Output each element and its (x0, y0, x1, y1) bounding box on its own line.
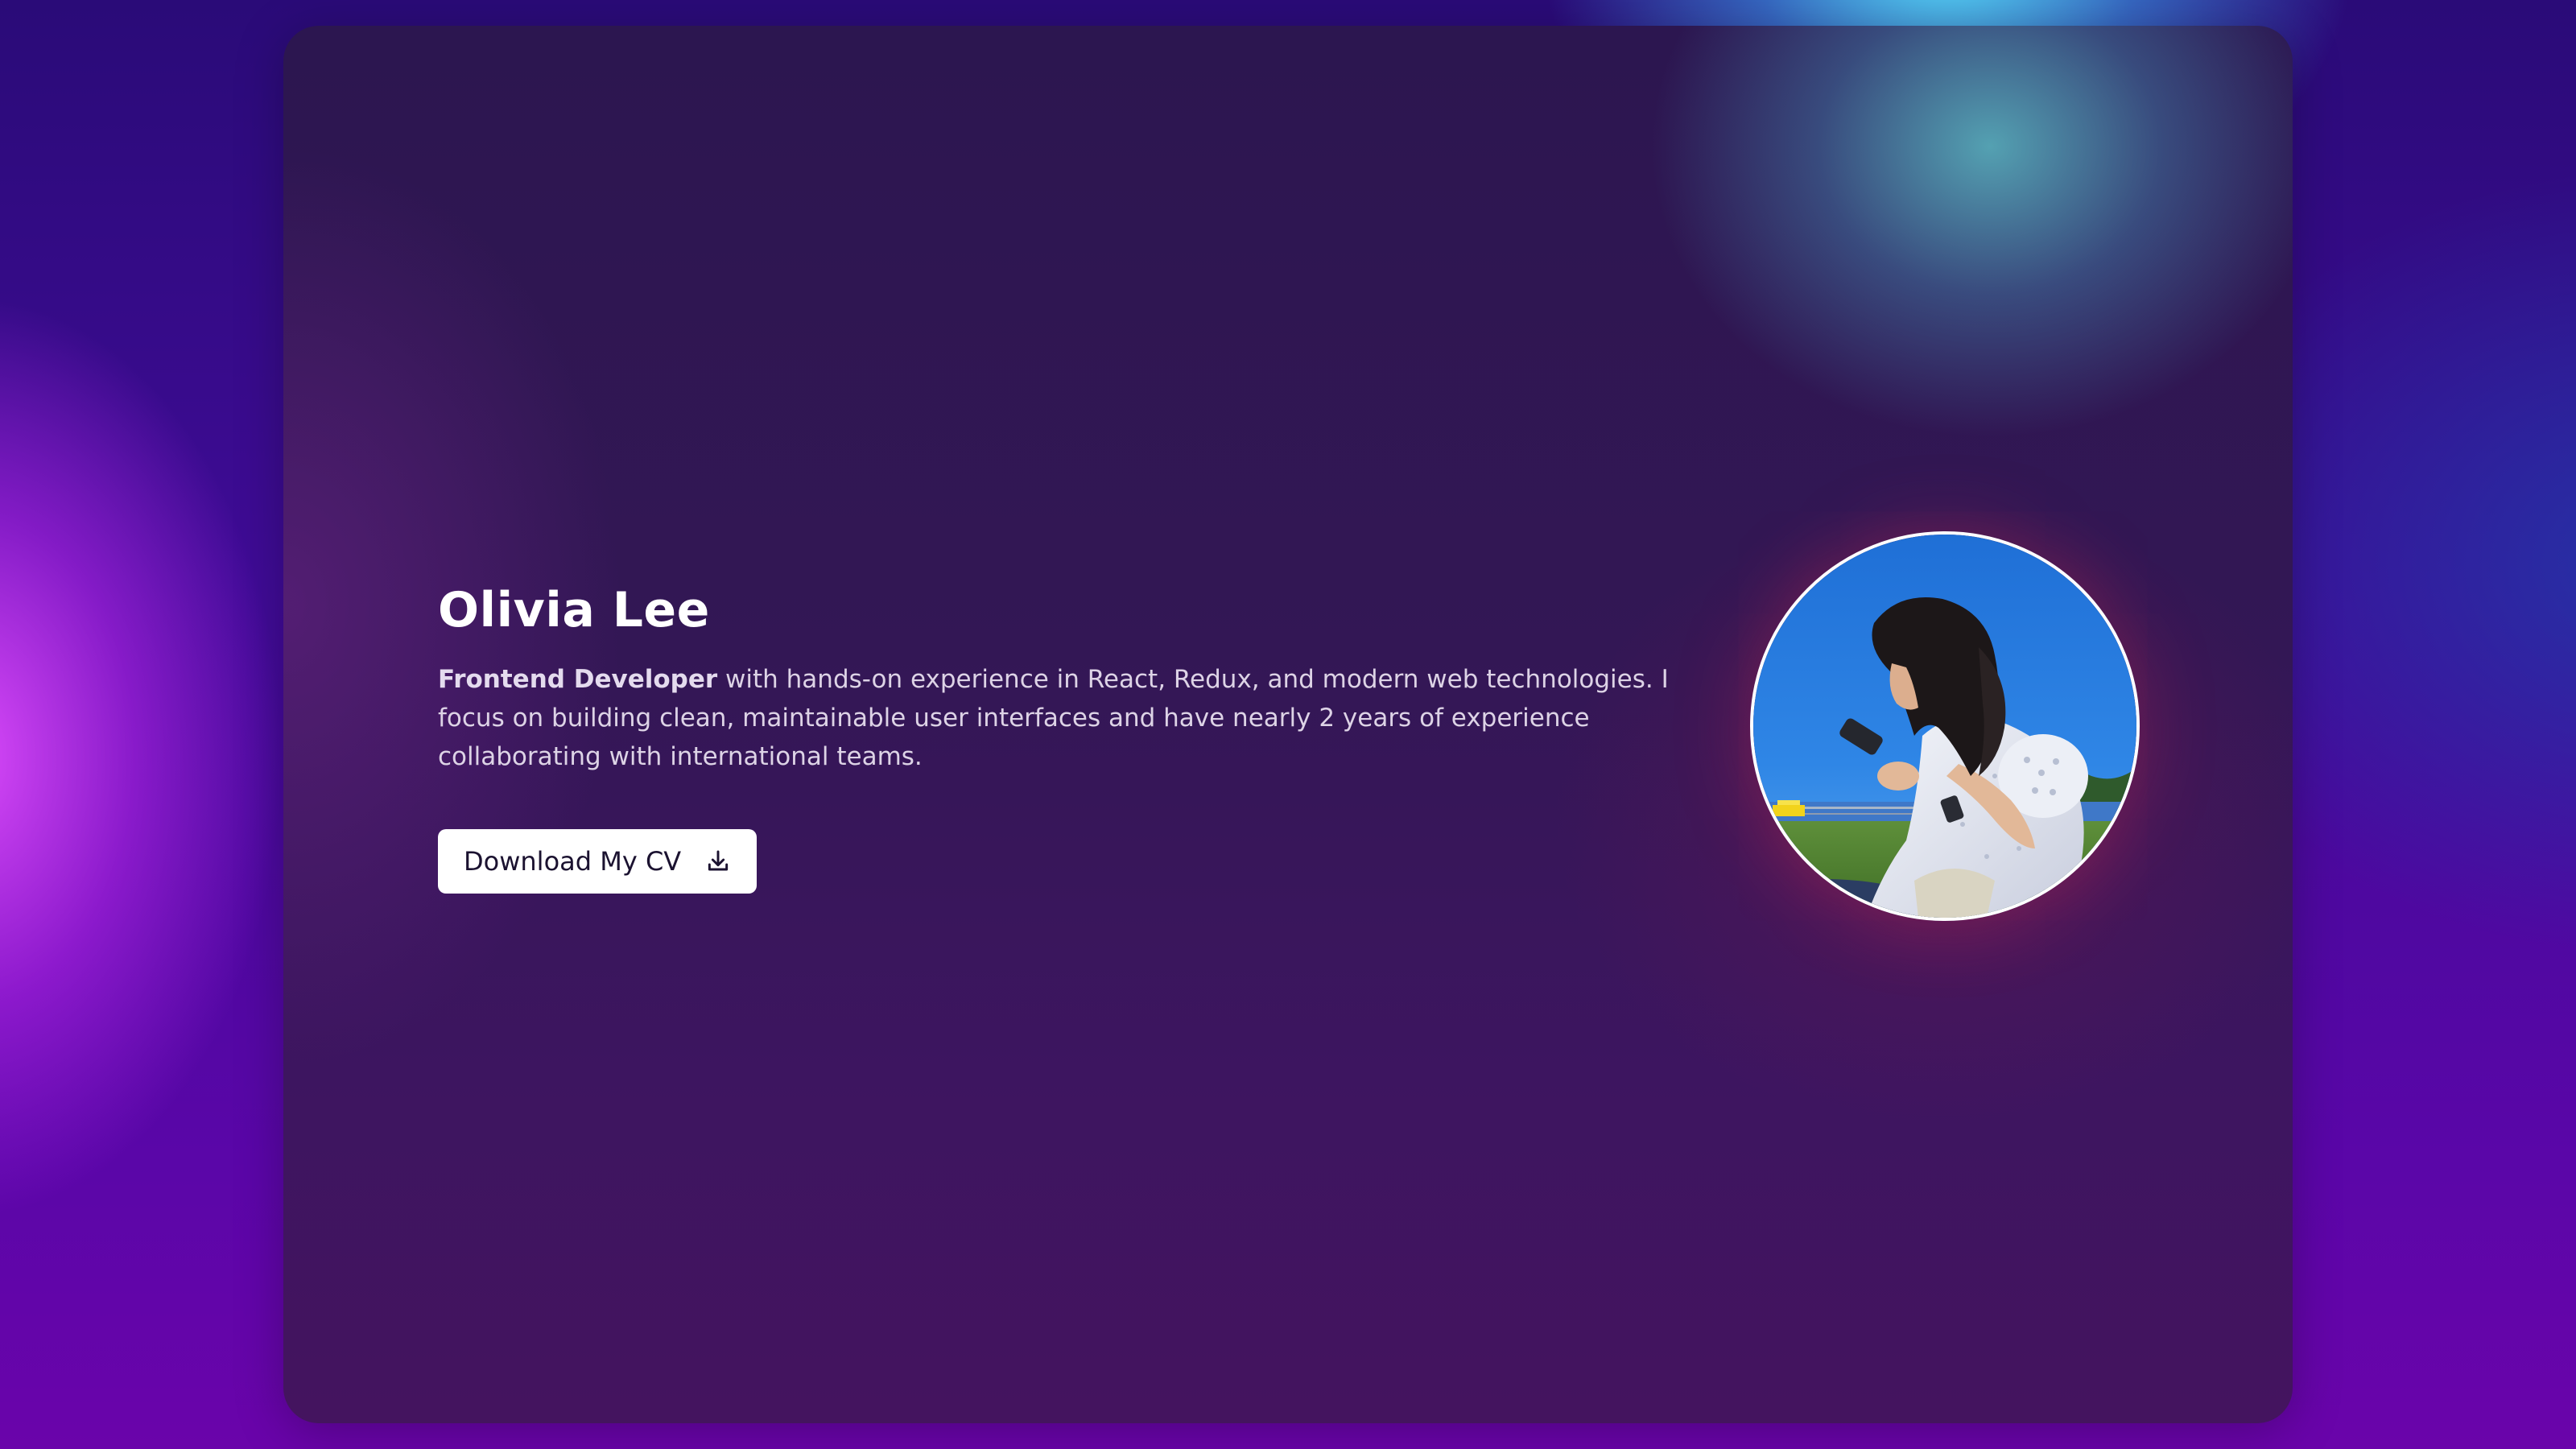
profile-photo (1750, 531, 2140, 921)
profile-role: Frontend Developer (438, 665, 718, 694)
profile-name: Olivia Lee (438, 582, 710, 638)
download-cv-button[interactable]: Download My CV (438, 829, 758, 894)
hero-card: Olivia Lee Frontend Developer with hands… (283, 26, 2293, 1423)
profile-bio: Frontend Developer with hands-on experie… (438, 660, 1702, 776)
download-cv-label: Download My CV (464, 846, 682, 877)
hero-text: Olivia Lee Frontend Developer with hands… (438, 581, 1702, 894)
download-icon (705, 848, 731, 874)
